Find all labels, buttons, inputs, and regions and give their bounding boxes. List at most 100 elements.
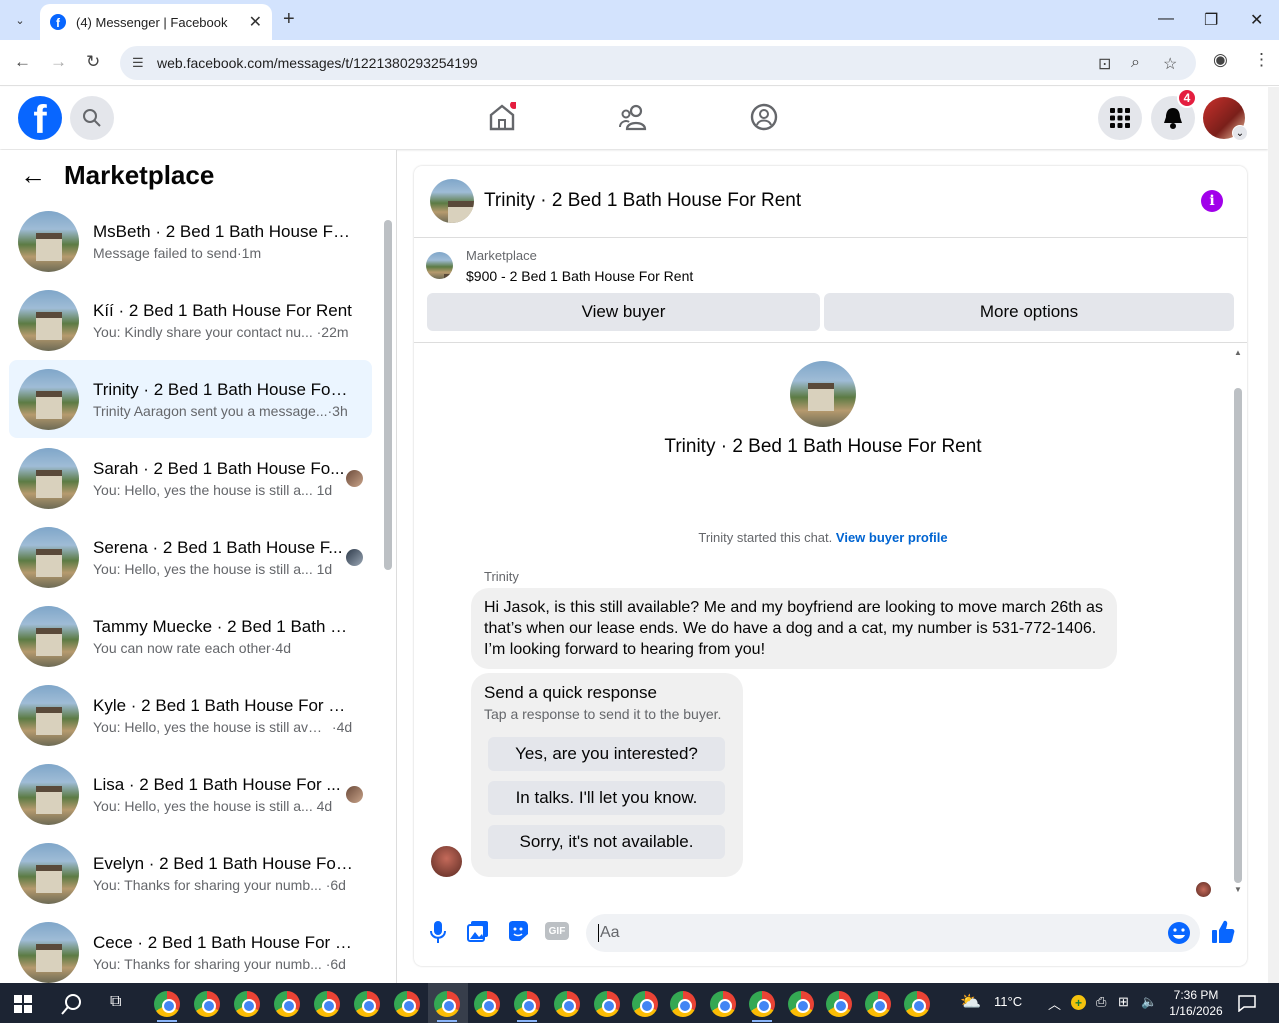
facebook-logo-icon[interactable]: f [18, 96, 62, 140]
chrome-taskbar-icon[interactable] [554, 991, 580, 1017]
forward-arrow-icon[interactable]: → [50, 52, 67, 72]
chrome-taskbar-icon-active[interactable] [434, 991, 460, 1017]
gif-icon[interactable]: GIF [545, 922, 569, 940]
meet-now-icon[interactable]: ⎙ [1096, 994, 1106, 1010]
chrome-taskbar-icon[interactable] [154, 991, 180, 1017]
conversation-item[interactable]: Evelyn · 2 Bed 1 Bath House For ... You:… [9, 834, 372, 912]
conversation-time: 4d [336, 718, 353, 735]
close-window-icon[interactable]: ✕ [1250, 10, 1263, 30]
browser-tab[interactable]: f (4) Messenger | Facebook ✕ [40, 4, 272, 40]
message-bubble[interactable]: Hi Jasok, is this still available? Me an… [471, 588, 1117, 669]
tray-app-icon[interactable]: + [1071, 995, 1086, 1010]
listing-thumbnail [18, 605, 79, 667]
sidebar-header: ← Marketplace [20, 160, 214, 191]
back-arrow-icon[interactable]: ← [20, 160, 46, 191]
sender-avatar[interactable] [431, 846, 462, 877]
account-chevron-down-icon[interactable]: ⌄ [1232, 125, 1248, 141]
listing-thumbnail [18, 447, 79, 509]
chrome-taskbar-icon[interactable] [788, 991, 814, 1017]
weather-temp[interactable]: 11°C [994, 994, 1022, 1009]
message-input[interactable]: Aa [586, 914, 1200, 952]
task-view-icon[interactable]: ⧉ [110, 993, 121, 1011]
back-arrow-icon[interactable]: ← [14, 52, 31, 72]
search-button[interactable] [70, 96, 114, 140]
weather-icon[interactable]: ⛅ [960, 992, 981, 1012]
view-buyer-button[interactable]: View buyer [427, 293, 820, 331]
friends-icon[interactable] [618, 102, 648, 132]
photo-icon[interactable] [467, 920, 489, 942]
tray-chevron-up-icon[interactable]: ︿ [1048, 994, 1061, 1013]
profile-icon[interactable]: ◉ [1213, 50, 1228, 70]
volume-icon[interactable]: 🔈 [1141, 994, 1157, 1010]
conversation-item[interactable]: Lisa · 2 Bed 1 Bath House For ... You: H… [9, 755, 372, 833]
conversation-item[interactable]: Kíí · 2 Bed 1 Bath House For Rent You: K… [9, 281, 372, 359]
page-scrollbar[interactable] [1268, 87, 1279, 983]
chrome-taskbar-icon[interactable] [710, 991, 736, 1017]
new-tab-button[interactable]: + [283, 8, 295, 31]
install-app-icon[interactable]: ⊡ [1098, 54, 1111, 74]
chat-scroll-thumb[interactable] [1234, 388, 1242, 883]
conversation-time: 1m [241, 244, 262, 261]
conversation-item[interactable]: Serena · 2 Bed 1 Bath House F... You: He… [9, 518, 372, 596]
conversation-item[interactable]: Kyle · 2 Bed 1 Bath House For Rent You: … [9, 676, 372, 754]
menu-button[interactable] [1098, 96, 1142, 140]
chrome-taskbar-icon[interactable] [354, 991, 380, 1017]
minimize-icon[interactable]: — [1158, 10, 1174, 28]
restore-icon[interactable]: ❐ [1204, 10, 1218, 30]
notification-center-icon[interactable] [1238, 995, 1256, 1012]
chat-scrollbar[interactable]: ▲ ▼ [1232, 348, 1244, 896]
conversation-item-active[interactable]: Trinity · 2 Bed 1 Bath House For ... Tri… [9, 360, 372, 438]
thumbs-up-icon[interactable] [1211, 919, 1235, 945]
sidebar-scroll-thumb[interactable] [384, 220, 392, 570]
scroll-down-icon[interactable]: ▼ [1234, 885, 1242, 894]
chrome-taskbar-icon[interactable] [594, 991, 620, 1017]
quick-reply-not-available-button[interactable]: Sorry, it's not available. [488, 825, 725, 859]
chrome-taskbar-icon[interactable] [865, 991, 891, 1017]
browser-menu-icon[interactable]: ⋮ [1253, 50, 1270, 70]
microphone-icon[interactable] [430, 920, 446, 944]
chrome-taskbar-icon[interactable] [194, 991, 220, 1017]
conversation-item[interactable]: Sarah · 2 Bed 1 Bath House Fo... You: He… [9, 439, 372, 517]
network-icon[interactable]: ⊞ [1118, 994, 1129, 1010]
groups-icon[interactable] [750, 102, 778, 132]
chrome-taskbar-icon[interactable] [474, 991, 500, 1017]
info-icon[interactable]: i [1201, 190, 1223, 212]
view-buyer-profile-link[interactable]: View buyer profile [836, 530, 948, 545]
bookmark-star-icon[interactable]: ☆ [1163, 54, 1177, 74]
chrome-taskbar-icon[interactable] [394, 991, 420, 1017]
conversation-preview: Trinity Aaragon sent you a message... [93, 402, 328, 419]
chrome-taskbar-icon[interactable] [749, 991, 775, 1017]
chat-header: Trinity · 2 Bed 1 Bath House For Rent i [414, 166, 1247, 238]
chrome-taskbar-icon[interactable] [632, 991, 658, 1017]
quick-reply-in-talks-button[interactable]: In talks. I'll let you know. [488, 781, 725, 815]
chat-title[interactable]: Trinity · 2 Bed 1 Bath House For Rent [484, 190, 801, 212]
close-tab-icon[interactable]: ✕ [249, 12, 262, 32]
chat-listing-thumbnail[interactable] [430, 179, 474, 223]
quick-reply-interested-button[interactable]: Yes, are you interested? [488, 737, 725, 771]
conversation-item[interactable]: MsBeth · 2 Bed 1 Bath House For... Messa… [9, 202, 372, 280]
chrome-taskbar-icon[interactable] [274, 991, 300, 1017]
windows-start-icon[interactable] [14, 995, 32, 1013]
chrome-taskbar-icon[interactable] [234, 991, 260, 1017]
clock[interactable]: 7:36 PM 1/16/2026 [1168, 987, 1224, 1019]
conversation-item[interactable]: Cece · 2 Bed 1 Bath House For R... You: … [9, 913, 372, 991]
address-bar[interactable]: ☰ web.facebook.com/messages/t/1221380293… [120, 46, 1196, 80]
conversation-name: Evelyn · 2 Bed 1 Bath House For ... [93, 853, 353, 873]
taskbar-search-icon[interactable] [61, 993, 83, 1015]
chrome-taskbar-icon[interactable] [514, 991, 540, 1017]
chrome-taskbar-icon[interactable] [904, 991, 930, 1017]
more-options-button[interactable]: More options [824, 293, 1234, 331]
zoom-icon[interactable]: ⌕ [1131, 54, 1140, 72]
home-icon[interactable] [488, 102, 516, 132]
reload-icon[interactable]: ↻ [86, 52, 100, 72]
tab-search-button[interactable]: ⌄ [8, 8, 32, 32]
sidebar-scrollbar[interactable] [383, 208, 393, 978]
chrome-taskbar-icon[interactable] [314, 991, 340, 1017]
conversation-item[interactable]: Tammy Muecke · 2 Bed 1 Bath H... You can… [9, 597, 372, 675]
emoji-icon[interactable] [1167, 921, 1191, 945]
sticker-icon[interactable] [507, 920, 529, 942]
site-info-icon[interactable]: ☰ [132, 55, 144, 71]
chrome-taskbar-icon[interactable] [826, 991, 852, 1017]
scroll-up-icon[interactable]: ▲ [1234, 348, 1242, 357]
chrome-taskbar-icon[interactable] [670, 991, 696, 1017]
